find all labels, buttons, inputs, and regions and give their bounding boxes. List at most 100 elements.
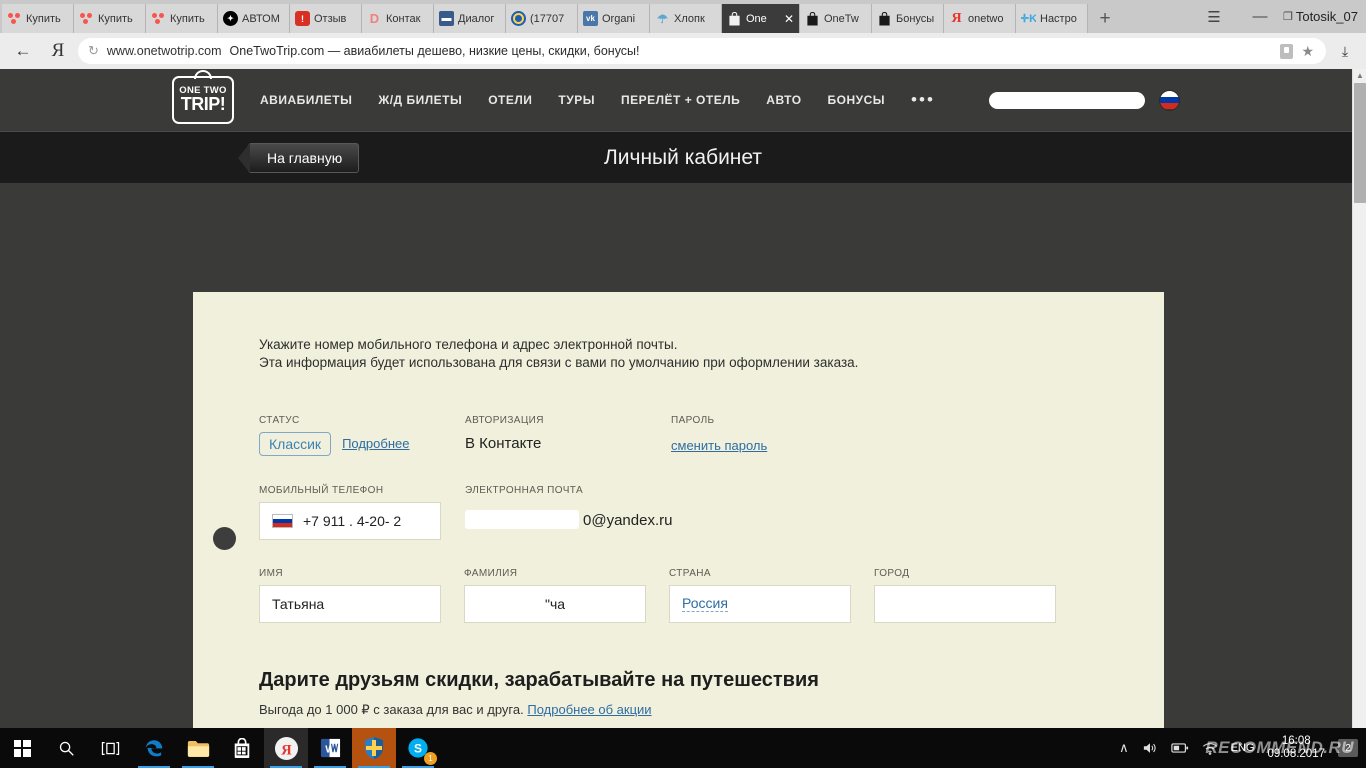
browser-tab-5[interactable]: D Контак — [362, 4, 434, 33]
last-name-input[interactable]: "ча — [464, 584, 646, 623]
minimize-button[interactable]: — — [1237, 0, 1283, 33]
browser-tab-2[interactable]: Купить — [146, 4, 218, 33]
taskbar-task-view-button[interactable] — [88, 728, 132, 768]
url-input[interactable]: ↻ www.onetwotrip.com OneTwoTrip.com — ав… — [78, 38, 1326, 64]
taskbar-start-button[interactable] — [0, 728, 44, 768]
browser-tab-14[interactable]: ✛K Настро — [1016, 4, 1088, 33]
downloads-button[interactable]: ⤓ — [1332, 43, 1358, 60]
nav-item-1[interactable]: Ж/Д БИЛЕТЫ — [378, 93, 462, 107]
taskbar-store-button[interactable] — [220, 728, 264, 768]
taskbar-word-button[interactable]: W — [308, 728, 352, 768]
country-input[interactable]: Россия — [669, 584, 851, 623]
country-value[interactable]: Россия — [682, 595, 728, 613]
nav-item-5[interactable]: АВТО — [766, 93, 801, 107]
city-input[interactable] — [874, 584, 1056, 623]
change-password-link[interactable]: сменить пароль — [671, 438, 767, 453]
volume-icon — [1143, 743, 1156, 753]
address-bar: ← Я ↻ www.onetwotrip.com OneTwoTrip.com … — [0, 33, 1366, 69]
taskbar-yandex-browser-button[interactable]: Я — [264, 728, 308, 768]
city-group: ГОРОД — [874, 568, 1056, 623]
tab-strip: Купить Купить Купить ✦ АВТОМ! Отзыв D Контак ▬ Ди… — [0, 0, 1366, 33]
page-scrollbar[interactable]: ▲ — [1352, 69, 1366, 728]
identity-row: ИМЯ Татьяна ФАМИЛИЯ "ча СТРАНА Россия ГО… — [259, 568, 1164, 623]
new-tab-button[interactable]: + — [1088, 4, 1122, 33]
taskbar-explorer-button[interactable] — [176, 728, 220, 768]
home-button[interactable]: На главную — [248, 142, 360, 173]
language-flag-icon[interactable] — [1159, 89, 1180, 111]
status-row: СТАТУС Классик Подробнее АВТОРИЗАЦИЯ В К… — [259, 415, 1164, 456]
browser-tab-3[interactable]: ✦ АВТОМ — [218, 4, 290, 33]
browser-tab-4[interactable]: ! Отзыв — [290, 4, 362, 33]
scrollbar-thumb[interactable] — [1354, 83, 1366, 203]
browser-tab-0[interactable]: Купить — [2, 4, 74, 33]
taskbar-search-button[interactable] — [44, 728, 88, 768]
nav-item-6[interactable]: БОНУСЫ — [828, 93, 886, 107]
phone-input[interactable]: +7 911 . 4-20- 2 — [259, 501, 441, 540]
notification-count: 2 — [1345, 742, 1351, 754]
referral-details-link[interactable]: Подробнее об акции — [527, 702, 651, 717]
user-account-button[interactable]: ❐ Totosik_07 — [1283, 9, 1366, 24]
download-icon: ⤓ — [1341, 42, 1349, 59]
onetwotrip-logo[interactable]: ONE TWO TRIP! — [172, 70, 234, 124]
city-label: ГОРОД — [874, 567, 910, 579]
first-name-group: ИМЯ Татьяна — [259, 568, 441, 623]
nav-item-3[interactable]: ТУРЫ — [558, 93, 595, 107]
lock-icon[interactable] — [1280, 43, 1294, 59]
notification-center-button[interactable]: 2 — [1338, 739, 1358, 757]
first-name-label: ИМЯ — [259, 567, 283, 579]
url-domain-text: www.onetwotrip.com — [106, 44, 222, 58]
reload-icon[interactable]: ↻ — [88, 43, 99, 59]
taskbar-edge-button[interactable] — [132, 728, 176, 768]
edge-icon — [145, 740, 163, 757]
browser-menu-button[interactable]: ☰ — [1191, 0, 1237, 33]
password-group: ПАРОЛЬ сменить пароль — [671, 415, 901, 456]
first-name-input[interactable]: Татьяна — [259, 584, 441, 623]
scroll-up-icon[interactable]: ▲ — [1356, 71, 1364, 80]
minimize-icon: — — [1252, 8, 1268, 25]
yandex-browser-icon: Я — [274, 736, 298, 760]
browser-tab-8[interactable]: vk Organi — [578, 4, 650, 33]
browser-tab-10[interactable]: One ✕ — [722, 4, 800, 33]
home-button-label: На главную — [267, 149, 343, 166]
yandex-logo-button[interactable]: Я — [44, 40, 72, 62]
yandex-icon: Я — [51, 40, 65, 61]
browser-tab-label: Контак — [386, 12, 421, 25]
phone-group: МОБИЛЬНЫЙ ТЕЛЕФОН +7 911 . 4-20- 2 — [259, 485, 465, 540]
word-icon: W — [320, 738, 340, 758]
url-actions: ★ — [1280, 43, 1316, 60]
browser-tab-13[interactable]: Яonetwo — [944, 4, 1016, 33]
restore-icon: ❐ — [1282, 11, 1293, 23]
taskbar-kaspersky-button[interactable] — [352, 728, 396, 768]
language-indicator[interactable]: ENG — [1231, 742, 1255, 754]
close-tab-icon[interactable]: ✕ — [784, 13, 794, 25]
nav-more-icon[interactable]: ••• — [911, 91, 935, 108]
dialog-icon: ▬ — [439, 11, 454, 26]
taskbar-clock[interactable]: 16:08 09.08.2017 — [1267, 735, 1325, 761]
vk-icon: vk — [583, 11, 598, 26]
browser-tab-12[interactable]: Бонусы — [872, 4, 944, 33]
redacted-email-prefix — [465, 509, 579, 529]
back-arrow-icon: ← — [14, 41, 32, 60]
referral-section: Дарите друзьям скидки, зарабатывайте на … — [259, 669, 1164, 718]
header-right-group — [989, 89, 1180, 111]
taskbar-skype-button[interactable]: S 1 — [396, 728, 440, 768]
browser-tab-11[interactable]: OneTw — [800, 4, 872, 33]
bmw-icon: ✦ — [223, 11, 238, 26]
tray-expand-icon[interactable]: ∧ — [1119, 740, 1129, 756]
status-details-link[interactable]: Подробнее — [342, 436, 409, 451]
browser-tab-9[interactable]: ☂ Хлопк — [650, 4, 722, 33]
browser-tab-7[interactable]: (17707 — [506, 4, 578, 33]
browser-tab-1[interactable]: Купить — [74, 4, 146, 33]
email-group: ЭЛЕКТРОННАЯ ПОЧТА 0@yandex.ru — [465, 485, 785, 540]
browser-tab-label: Купить — [170, 12, 205, 25]
country-group: СТРАНА Россия — [669, 568, 851, 623]
bookmark-star-icon[interactable]: ★ — [1301, 43, 1314, 60]
last-name-label: ФАМИЛИЯ — [464, 567, 518, 579]
nav-item-4[interactable]: ПЕРЕЛЁТ + ОТЕЛЬ — [621, 93, 740, 107]
intro-line-1: Укажите номер мобильного телефона и адре… — [259, 337, 678, 352]
nav-item-0[interactable]: АВИАБИЛЕТЫ — [260, 93, 352, 107]
new-tab-label: + — [1099, 7, 1111, 29]
back-button[interactable]: ← — [8, 41, 38, 61]
browser-tab-6[interactable]: ▬ Диалог — [434, 4, 506, 33]
nav-item-2[interactable]: ОТЕЛИ — [488, 93, 532, 107]
